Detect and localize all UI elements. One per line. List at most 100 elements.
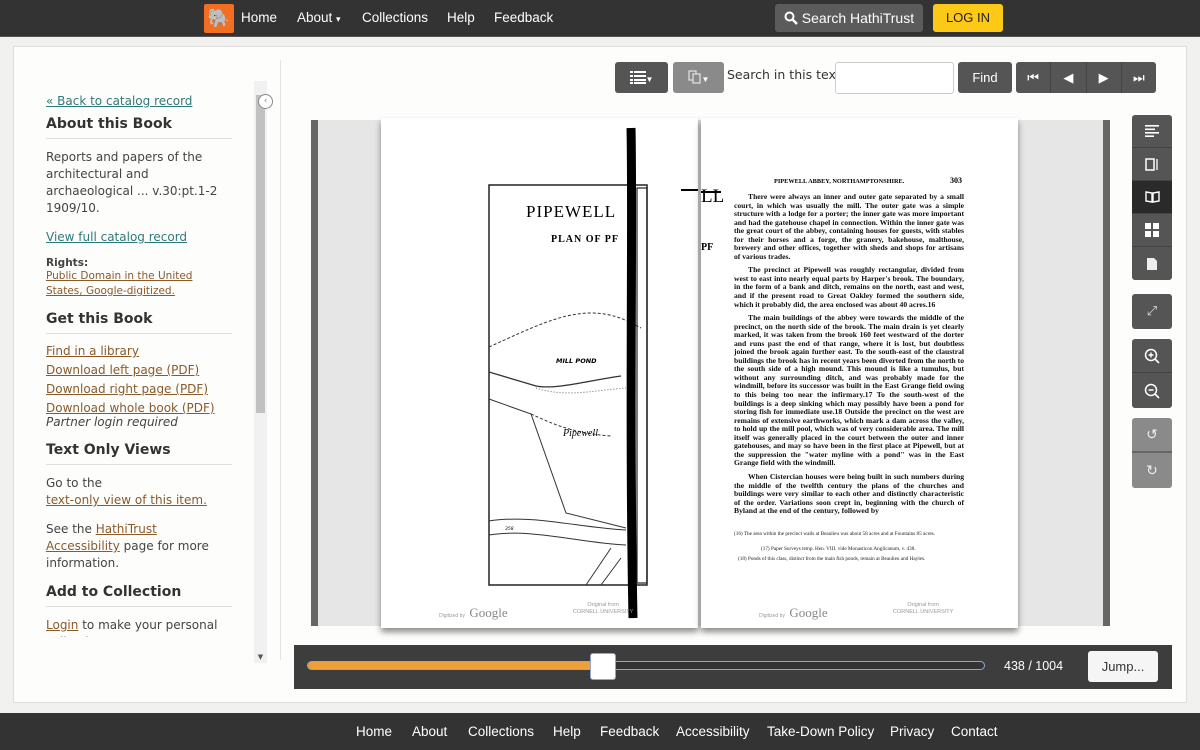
list-icon <box>629 71 646 84</box>
left-page[interactable]: PIPEWELL PLAN OF PF MILL POND Pipewell 3… <box>381 118 698 628</box>
footer-help[interactable]: Help <box>553 724 581 739</box>
footer-about[interactable]: About <box>412 724 447 739</box>
slider-progress <box>308 662 603 669</box>
original-from-watermark: Original from CORNELL UNIVERSITY <box>893 602 953 616</box>
running-head: PIPEWELL ABBEY, NORTHAMPTONSHIRE. <box>774 178 905 185</box>
login-button[interactable]: LOG IN <box>933 4 1003 32</box>
zoom-out-button[interactable] <box>1132 373 1172 408</box>
copy-pages-icon <box>687 70 701 84</box>
view-mode-toolbar <box>1132 115 1172 280</box>
map-image <box>488 127 698 619</box>
footer-takedown[interactable]: Take-Down Policy <box>767 724 874 739</box>
fullscreen-button[interactable]: ⤢ <box>1132 294 1172 329</box>
scroll-down-icon[interactable]: ▼ <box>254 653 267 661</box>
zoom-in-button[interactable] <box>1132 339 1172 373</box>
last-page-button[interactable]: ⏭ <box>1122 62 1156 93</box>
nav-about[interactable]: About ▾ <box>297 10 341 25</box>
previous-page-button[interactable]: ◀ <box>1051 62 1087 93</box>
thumbnail-view-button[interactable] <box>1132 214 1172 247</box>
nav-help[interactable]: Help <box>447 10 475 25</box>
find-library-link[interactable]: Find in a library <box>46 344 232 358</box>
elevation-label: 358 <box>505 527 514 532</box>
nav-feedback[interactable]: Feedback <box>494 10 553 25</box>
page-number: 303 <box>950 176 962 185</box>
footnote: (17) Paper Surveys temp. Hen. VIII. vide… <box>761 546 916 552</box>
accessibility-note: See the HathiTrust Accessibility page fo… <box>46 521 232 572</box>
footer-contact[interactable]: Contact <box>951 724 998 739</box>
first-page-icon: ⏮ <box>1027 70 1039 85</box>
download-right-link[interactable]: Download right page (PDF) <box>46 382 232 396</box>
digitized-by: Digitized by <box>759 613 785 619</box>
rotate-right-button[interactable]: ↻ <box>1132 453 1172 488</box>
zoom-in-icon <box>1144 348 1160 364</box>
next-page-button[interactable]: ▶ <box>1087 62 1122 93</box>
download-book-link[interactable]: Download whole book (PDF) <box>46 401 232 415</box>
footnote: (18) Ponds of this class, distinct from … <box>738 556 926 562</box>
page-slider-bar: 438 / 1004 Jump... <box>294 645 1172 689</box>
caret-down-icon: ▾ <box>336 14 341 24</box>
sidebar-scrollbar[interactable]: ▼ <box>254 81 267 663</box>
about-heading: About this Book <box>46 116 232 139</box>
see-the-text: See the <box>46 522 92 536</box>
right-page[interactable]: LL PF PIPEWELL ABBEY, NORTHAMPTONSHIRE. … <box>701 118 1018 628</box>
footer-accessibility[interactable]: Accessibility <box>676 724 750 739</box>
search-in-text-input[interactable] <box>835 62 954 94</box>
contents-menu-button[interactable]: ▼ <box>615 62 668 93</box>
scroll-view-button[interactable] <box>1132 148 1172 181</box>
page-slider[interactable] <box>307 653 985 680</box>
plain-text-icon <box>1145 125 1159 137</box>
login-note: Login to make your personal collections … <box>46 617 232 637</box>
select-pages-button[interactable]: ▼ <box>673 62 724 93</box>
paragraph: The main buildings of the abbey were tow… <box>734 313 964 468</box>
search-in-text-label: Search in this text <box>727 67 841 82</box>
paragraph: There were always an inner and outer gat… <box>734 192 964 261</box>
fullscreen-toolbar: ⤢ <box>1132 294 1172 329</box>
google-watermark: Digitized by Google <box>759 604 828 622</box>
search-hathitrust-button[interactable]: Search HathiTrust <box>775 4 923 32</box>
full-record-link[interactable]: View full catalog record <box>46 230 232 244</box>
footer-collections[interactable]: Collections <box>468 724 534 739</box>
text-only-link[interactable]: text-only view of this item. <box>46 492 232 509</box>
text-only-heading: Text Only Views <box>46 442 232 465</box>
rights-link[interactable]: Public Domain in the United States, Goog… <box>46 269 232 299</box>
single-page-view-button[interactable] <box>1132 247 1172 280</box>
single-page-icon <box>1147 257 1157 270</box>
login-link[interactable]: Login <box>46 618 78 632</box>
last-page-icon: ⏭ <box>1133 70 1145 85</box>
jump-button[interactable]: Jump... <box>1088 651 1158 682</box>
previous-icon: ◀ <box>1063 70 1074 85</box>
institution: CORNELL UNIVERSITY <box>893 609 954 615</box>
back-to-catalog-link[interactable]: « Back to catalog record <box>46 94 232 108</box>
download-left-link[interactable]: Download left page (PDF) <box>46 363 232 377</box>
search-label: Search HathiTrust <box>801 10 915 26</box>
scrollbar-thumb[interactable] <box>256 95 265 413</box>
zoom-out-icon <box>1144 383 1160 399</box>
goto-text: Go to the <box>46 476 103 490</box>
slider-handle[interactable] <box>589 653 616 680</box>
rotate-toolbar: ↺ ↻ <box>1132 418 1172 488</box>
nav-collections[interactable]: Collections <box>362 10 428 25</box>
pipewell-label: Pipewell <box>563 428 598 439</box>
map-fragment-rule <box>701 191 721 193</box>
nav-about-label: About <box>297 10 333 25</box>
footer-feedback[interactable]: Feedback <box>600 724 659 739</box>
hathitrust-logo[interactable]: 🐘 <box>204 4 234 33</box>
first-page-button[interactable]: ⏮ <box>1016 62 1052 93</box>
rotate-left-icon: ↺ <box>1146 426 1158 443</box>
collapse-sidebar-icon[interactable]: ‹ <box>258 94 273 109</box>
fullscreen-icon: ⤢ <box>1146 304 1158 319</box>
plain-text-view-button[interactable] <box>1132 115 1172 148</box>
thumbnail-grid-icon <box>1145 223 1159 237</box>
google-wordmark: Google <box>789 605 828 620</box>
map-fragment-subtitle: PF <box>701 242 714 253</box>
find-button[interactable]: Find <box>958 62 1012 93</box>
footer-home[interactable]: Home <box>356 724 392 739</box>
rotate-right-icon: ↻ <box>1146 462 1158 479</box>
rotate-left-button[interactable]: ↺ <box>1132 418 1172 453</box>
nav-home[interactable]: Home <box>241 10 277 25</box>
partner-note: Partner login required <box>46 415 178 429</box>
zoom-toolbar <box>1132 339 1172 408</box>
footer-privacy[interactable]: Privacy <box>890 724 934 739</box>
mill-pond-label: MILL POND <box>556 357 597 365</box>
two-page-view-button[interactable] <box>1132 181 1172 214</box>
